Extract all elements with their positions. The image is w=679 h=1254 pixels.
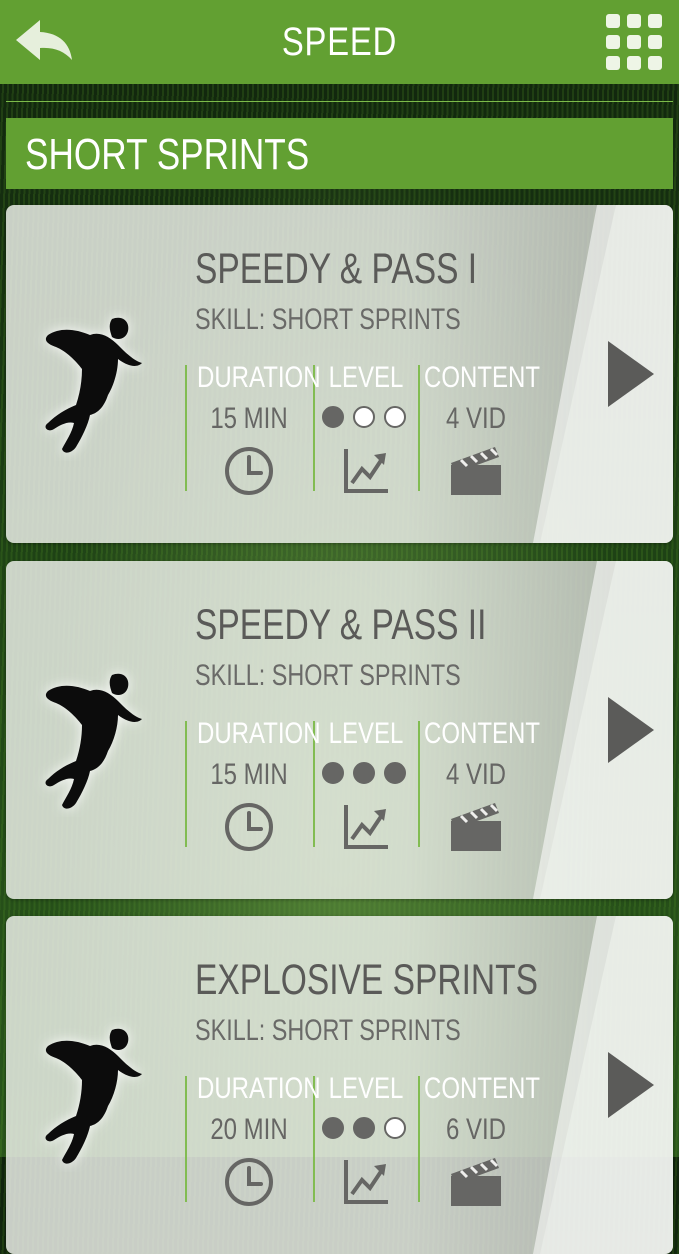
workout-skill: SKILL: SHORT SPRINTS <box>195 659 461 692</box>
section-title: SHORT SPRINTS <box>25 130 310 179</box>
content-value: 4 VID <box>445 758 507 791</box>
workout-skill: SKILL: SHORT SPRINTS <box>195 303 461 336</box>
section-header: SHORT SPRINTS <box>6 118 673 189</box>
play-icon <box>608 341 654 407</box>
workout-card[interactable]: EXPLOSIVE SPRINTS SKILL: SHORT SPRINTS DUR… <box>6 916 673 1254</box>
clapperboard-icon <box>451 447 501 495</box>
workout-card[interactable]: SPEEDY & PASS I SKILL: SHORT SPRINTS DURAT… <box>6 205 673 543</box>
clapperboard-icon <box>451 803 501 851</box>
stat-divider <box>185 365 187 491</box>
clock-icon <box>225 1158 273 1206</box>
play-button[interactable] <box>606 339 656 409</box>
chart-trend-icon <box>344 449 388 493</box>
clock-icon <box>225 447 273 495</box>
content-label: CONTENT <box>424 361 540 394</box>
duration-label: DURATION <box>197 361 321 394</box>
sprinter-silhouette-icon <box>45 1028 142 1164</box>
sprinter-silhouette-icon <box>45 317 142 453</box>
level-dot <box>384 762 406 784</box>
content-label: CONTENT <box>424 717 540 750</box>
clapperboard-icon <box>451 1158 501 1206</box>
level-dots <box>322 406 408 432</box>
content-value: 6 VID <box>445 1113 507 1146</box>
level-dot <box>322 1117 344 1139</box>
workout-title: SPEEDY & PASS I <box>195 245 478 293</box>
level-dot <box>322 762 344 784</box>
stat-divider <box>418 721 420 847</box>
level-dot <box>353 762 375 784</box>
top-bar: SPEED <box>0 0 679 84</box>
level-dot <box>353 406 375 428</box>
grid-menu-button[interactable] <box>604 12 664 72</box>
duration-value: 20 MIN <box>210 1113 288 1146</box>
level-label: LEVEL <box>328 717 404 750</box>
page-title: SPEED <box>281 20 398 64</box>
stat-divider <box>185 721 187 847</box>
duration-value: 15 MIN <box>210 402 288 435</box>
sprinter-silhouette-icon <box>45 673 142 809</box>
duration-value: 15 MIN <box>210 758 288 791</box>
level-dots <box>322 1117 408 1143</box>
level-dot <box>353 1117 375 1139</box>
stat-divider <box>418 365 420 491</box>
chart-trend-icon <box>344 1160 388 1204</box>
stat-divider <box>418 1076 420 1202</box>
level-dots <box>322 762 408 788</box>
duration-label: DURATION <box>197 1072 321 1105</box>
content-label: CONTENT <box>424 1072 540 1105</box>
workout-title: EXPLOSIVE SPRINTS <box>195 956 538 1004</box>
level-dot <box>322 406 344 428</box>
clock-icon <box>225 803 273 851</box>
level-dot <box>384 1117 406 1139</box>
workout-card[interactable]: SPEEDY & PASS II SKILL: SHORT SPRINTS DURA… <box>6 561 673 899</box>
content-value: 4 VID <box>445 402 507 435</box>
play-button[interactable] <box>606 695 656 765</box>
play-button[interactable] <box>606 1050 656 1120</box>
workout-title: SPEEDY & PASS II <box>195 601 487 649</box>
duration-label: DURATION <box>197 717 321 750</box>
play-icon <box>608 697 654 763</box>
chart-trend-icon <box>344 805 388 849</box>
level-label: LEVEL <box>328 361 404 394</box>
level-dot <box>384 406 406 428</box>
stat-divider <box>185 1076 187 1202</box>
play-icon <box>608 1052 654 1118</box>
level-label: LEVEL <box>328 1072 404 1105</box>
header-divider <box>6 101 673 102</box>
workout-skill: SKILL: SHORT SPRINTS <box>195 1014 461 1047</box>
